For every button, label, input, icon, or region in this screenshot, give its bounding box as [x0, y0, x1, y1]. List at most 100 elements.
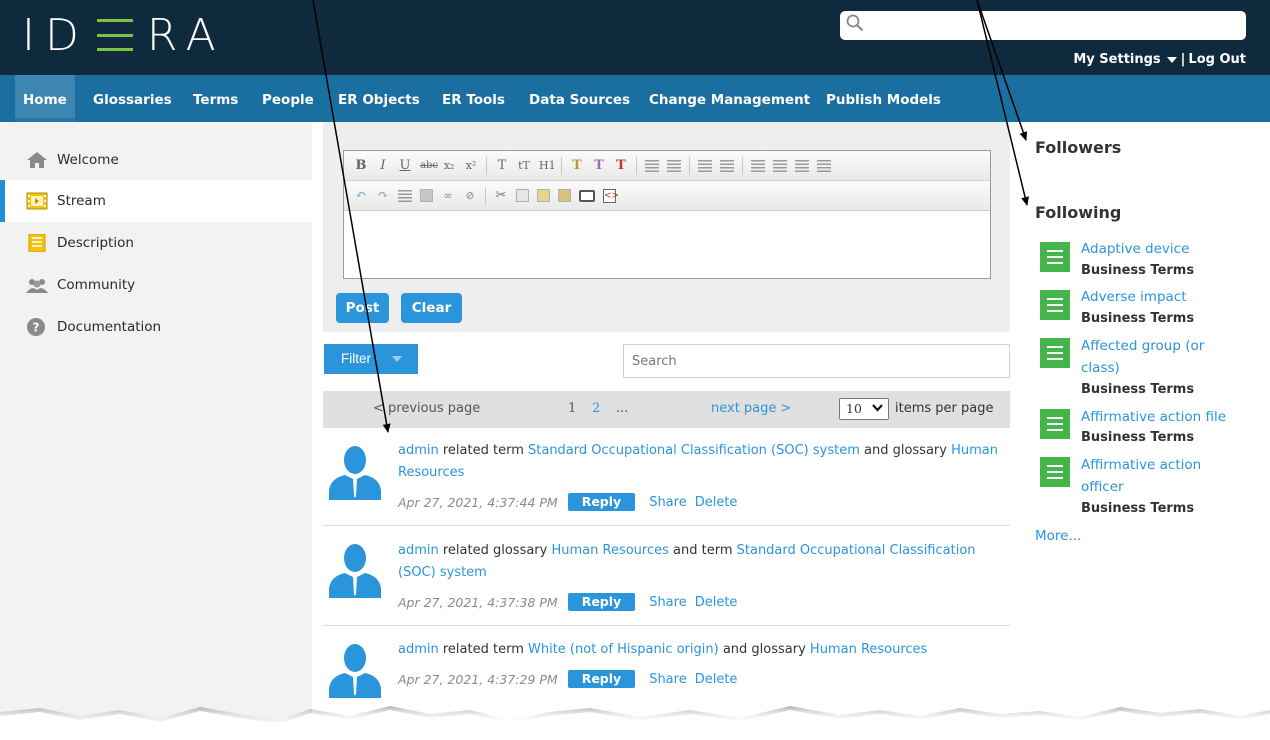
source-code-icon[interactable]: <> — [603, 188, 619, 203]
user-link[interactable]: admin — [398, 543, 439, 558]
my-settings-link[interactable]: My Settings — [1073, 52, 1160, 67]
following-item[interactable]: Affirmative action file Business Terms — [1040, 407, 1260, 451]
sidebar-item-description[interactable]: Description — [0, 222, 312, 264]
outdent-icon[interactable] — [698, 159, 712, 172]
filter-dropdown[interactable]: Filter — [324, 344, 418, 374]
sidebar-item-community[interactable]: Community — [0, 264, 312, 306]
sidebar-item-welcome[interactable]: Welcome — [0, 139, 312, 181]
global-search-input[interactable] — [870, 15, 1230, 35]
following-item[interactable]: Adaptive device Business Terms — [1040, 240, 1260, 284]
delete-link[interactable]: Delete — [695, 672, 738, 687]
nav-publish-models[interactable]: Publish Models — [818, 75, 949, 122]
indent-icon[interactable] — [720, 159, 734, 172]
logout-link[interactable]: Log Out — [1188, 52, 1246, 67]
nav-data-sources[interactable]: Data Sources — [521, 75, 638, 122]
nav-terms[interactable]: Terms — [185, 75, 246, 122]
nav-glossaries[interactable]: Glossaries — [85, 75, 180, 122]
align-justify-icon[interactable] — [817, 159, 831, 172]
following-item[interactable]: Affirmative action officer Business Term… — [1040, 455, 1260, 521]
nav-er-tools[interactable]: ER Tools — [434, 75, 513, 122]
clear-format-icon[interactable]: T — [614, 158, 628, 173]
reply-button[interactable]: Reply — [567, 493, 636, 511]
strikethrough-icon[interactable]: abc — [420, 159, 438, 173]
delete-link[interactable]: Delete — [695, 595, 738, 610]
following-item-link[interactable]: Affected group (or class) — [1081, 335, 1231, 379]
align-center-icon[interactable] — [773, 159, 787, 172]
term-link[interactable]: Standard Occupational Classification (SO… — [528, 443, 860, 458]
stream-item-verb: related glossary — [438, 543, 552, 558]
list-item: admin related term Standard Occupational… — [323, 428, 1010, 526]
items-per-page-select[interactable]: 10 — [839, 398, 889, 420]
following-item[interactable]: Adverse impact Business Terms — [1040, 288, 1260, 332]
format-painter-icon[interactable]: T — [592, 158, 606, 173]
share-link[interactable]: Share — [649, 672, 687, 687]
sidebar-item-label: Description — [57, 235, 134, 251]
page-2-link[interactable]: 2 — [592, 401, 600, 416]
nav-er-objects[interactable]: ER Objects — [330, 75, 428, 122]
sidebar-item-stream[interactable]: Stream — [0, 180, 312, 222]
nav-change-management[interactable]: Change Management — [641, 75, 818, 122]
toolbar-separator — [561, 156, 562, 175]
business-term-icon — [1040, 338, 1070, 368]
heading-icon[interactable]: H1 — [539, 159, 556, 173]
rich-text-editor[interactable]: B I U abc x₂ x² T tT H1 T T T ↶ ↷ ∞ ⊘ ✂ … — [343, 150, 991, 279]
unlink-icon[interactable]: ⊘ — [463, 189, 477, 203]
subscript-icon[interactable]: x₂ — [442, 159, 456, 173]
nav-people[interactable]: People — [254, 75, 322, 122]
delete-link[interactable]: Delete — [695, 495, 738, 510]
print-icon[interactable] — [579, 189, 595, 202]
reply-button[interactable]: Reply — [567, 593, 636, 611]
glossary-link[interactable]: Human Resources — [810, 642, 927, 657]
bold-icon[interactable]: B — [354, 158, 368, 173]
paste-icon[interactable] — [537, 189, 550, 202]
align-right-icon[interactable] — [795, 159, 809, 172]
paste-text-icon[interactable] — [558, 189, 571, 202]
share-link[interactable]: Share — [649, 495, 687, 510]
horizontal-rule-icon[interactable] — [398, 189, 412, 202]
undo-icon[interactable]: ↶ — [354, 188, 368, 203]
global-search[interactable] — [840, 11, 1246, 40]
previous-page-link[interactable]: < previous page — [373, 401, 480, 416]
sidebar-item-documentation[interactable]: ? Documentation — [0, 306, 312, 348]
underline-icon[interactable]: U — [398, 158, 412, 173]
pagination-bar: < previous page 1 2 ... next page > 10 i… — [323, 391, 1010, 428]
user-link[interactable]: admin — [398, 443, 439, 458]
user-link[interactable]: admin — [398, 642, 439, 657]
glossary-link[interactable]: Human Resources — [551, 543, 668, 558]
following-item-link[interactable]: Affirmative action file — [1081, 406, 1270, 428]
clear-button[interactable]: Clear — [401, 293, 462, 323]
font-icon[interactable]: T — [495, 158, 509, 173]
align-left-icon[interactable] — [751, 159, 765, 172]
redo-icon[interactable]: ↷ — [376, 188, 390, 203]
italic-icon[interactable]: I — [376, 158, 390, 173]
people-icon — [26, 279, 48, 293]
chevron-down-icon[interactable] — [1166, 56, 1177, 63]
following-item-link[interactable]: Affirmative action officer — [1081, 454, 1241, 498]
next-page-link[interactable]: next page > — [711, 401, 791, 416]
numbered-list-icon[interactable] — [667, 159, 681, 172]
more-link[interactable]: More... — [1035, 528, 1081, 544]
following-item-link[interactable]: Adverse impact — [1081, 286, 1261, 308]
stream-item-conj: and glossary — [718, 642, 810, 657]
copy-icon[interactable] — [516, 189, 529, 202]
post-button[interactable]: Post — [336, 293, 389, 323]
following-item-link[interactable]: Adaptive device — [1081, 238, 1261, 260]
reply-button[interactable]: Reply — [567, 670, 636, 688]
share-link[interactable]: Share — [649, 595, 687, 610]
link-icon[interactable]: ∞ — [441, 189, 455, 203]
idera-logo[interactable]: ID RA — [22, 10, 226, 61]
superscript-icon[interactable]: x² — [464, 159, 478, 173]
table-icon[interactable] — [420, 189, 433, 202]
cut-icon[interactable]: ✂ — [494, 188, 508, 203]
stream-search-input[interactable] — [632, 351, 992, 371]
business-term-icon — [1040, 409, 1070, 439]
bullet-list-icon[interactable] — [645, 159, 659, 172]
highlight-icon[interactable]: T — [570, 158, 584, 173]
font-size-icon[interactable]: tT — [517, 159, 531, 173]
toolbar-separator — [485, 186, 486, 205]
following-item[interactable]: Affected group (or class) Business Terms — [1040, 336, 1260, 402]
nav-home[interactable]: Home — [15, 75, 75, 122]
term-link[interactable]: White (not of Hispanic origin) — [528, 642, 719, 657]
items-per-page-value: 10 — [846, 401, 862, 416]
stream-search[interactable] — [623, 344, 1010, 378]
